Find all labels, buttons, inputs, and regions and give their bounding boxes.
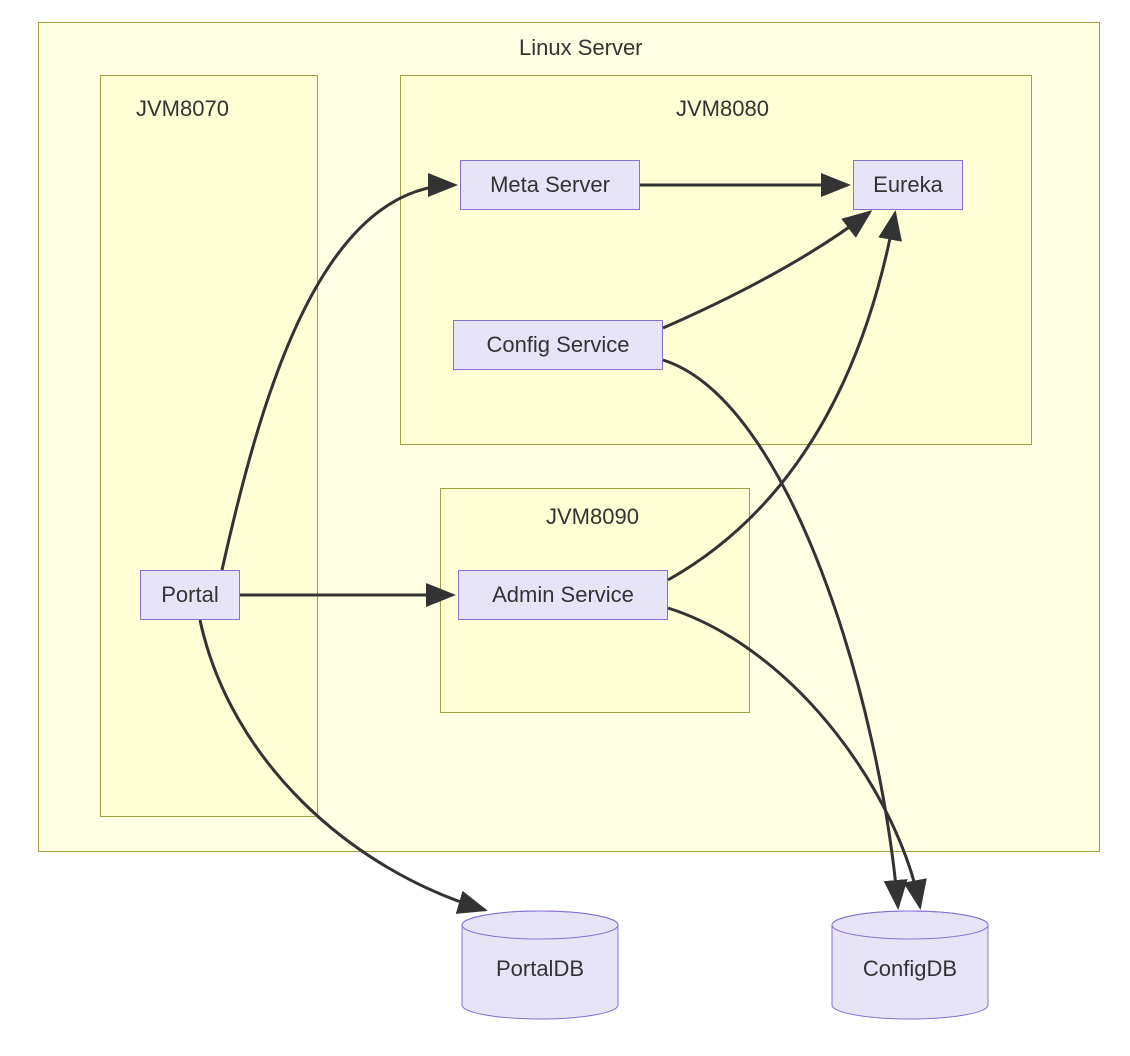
database-label-portal-db: PortalDB bbox=[496, 948, 584, 982]
container-label-jvm8080: JVM8080 bbox=[676, 96, 769, 122]
database-portal-db: PortalDB bbox=[460, 910, 620, 1020]
node-portal: Portal bbox=[140, 570, 240, 620]
container-label-jvm8070: JVM8070 bbox=[136, 96, 229, 122]
node-admin-service: Admin Service bbox=[458, 570, 668, 620]
node-label-eureka: Eureka bbox=[873, 172, 943, 198]
node-eureka: Eureka bbox=[853, 160, 963, 210]
database-label-config-db: ConfigDB bbox=[863, 948, 957, 982]
node-label-config-service: Config Service bbox=[486, 332, 629, 358]
node-label-meta-server: Meta Server bbox=[490, 172, 610, 198]
container-jvm8080: JVM8080 bbox=[400, 75, 1032, 445]
node-label-admin-service: Admin Service bbox=[492, 582, 634, 608]
database-config-db: ConfigDB bbox=[830, 910, 990, 1020]
container-jvm8070: JVM8070 bbox=[100, 75, 318, 817]
node-label-portal: Portal bbox=[161, 582, 218, 608]
node-meta-server: Meta Server bbox=[460, 160, 640, 210]
container-label-linux-server: Linux Server bbox=[519, 35, 643, 61]
container-label-jvm8090: JVM8090 bbox=[546, 504, 639, 530]
node-config-service: Config Service bbox=[453, 320, 663, 370]
